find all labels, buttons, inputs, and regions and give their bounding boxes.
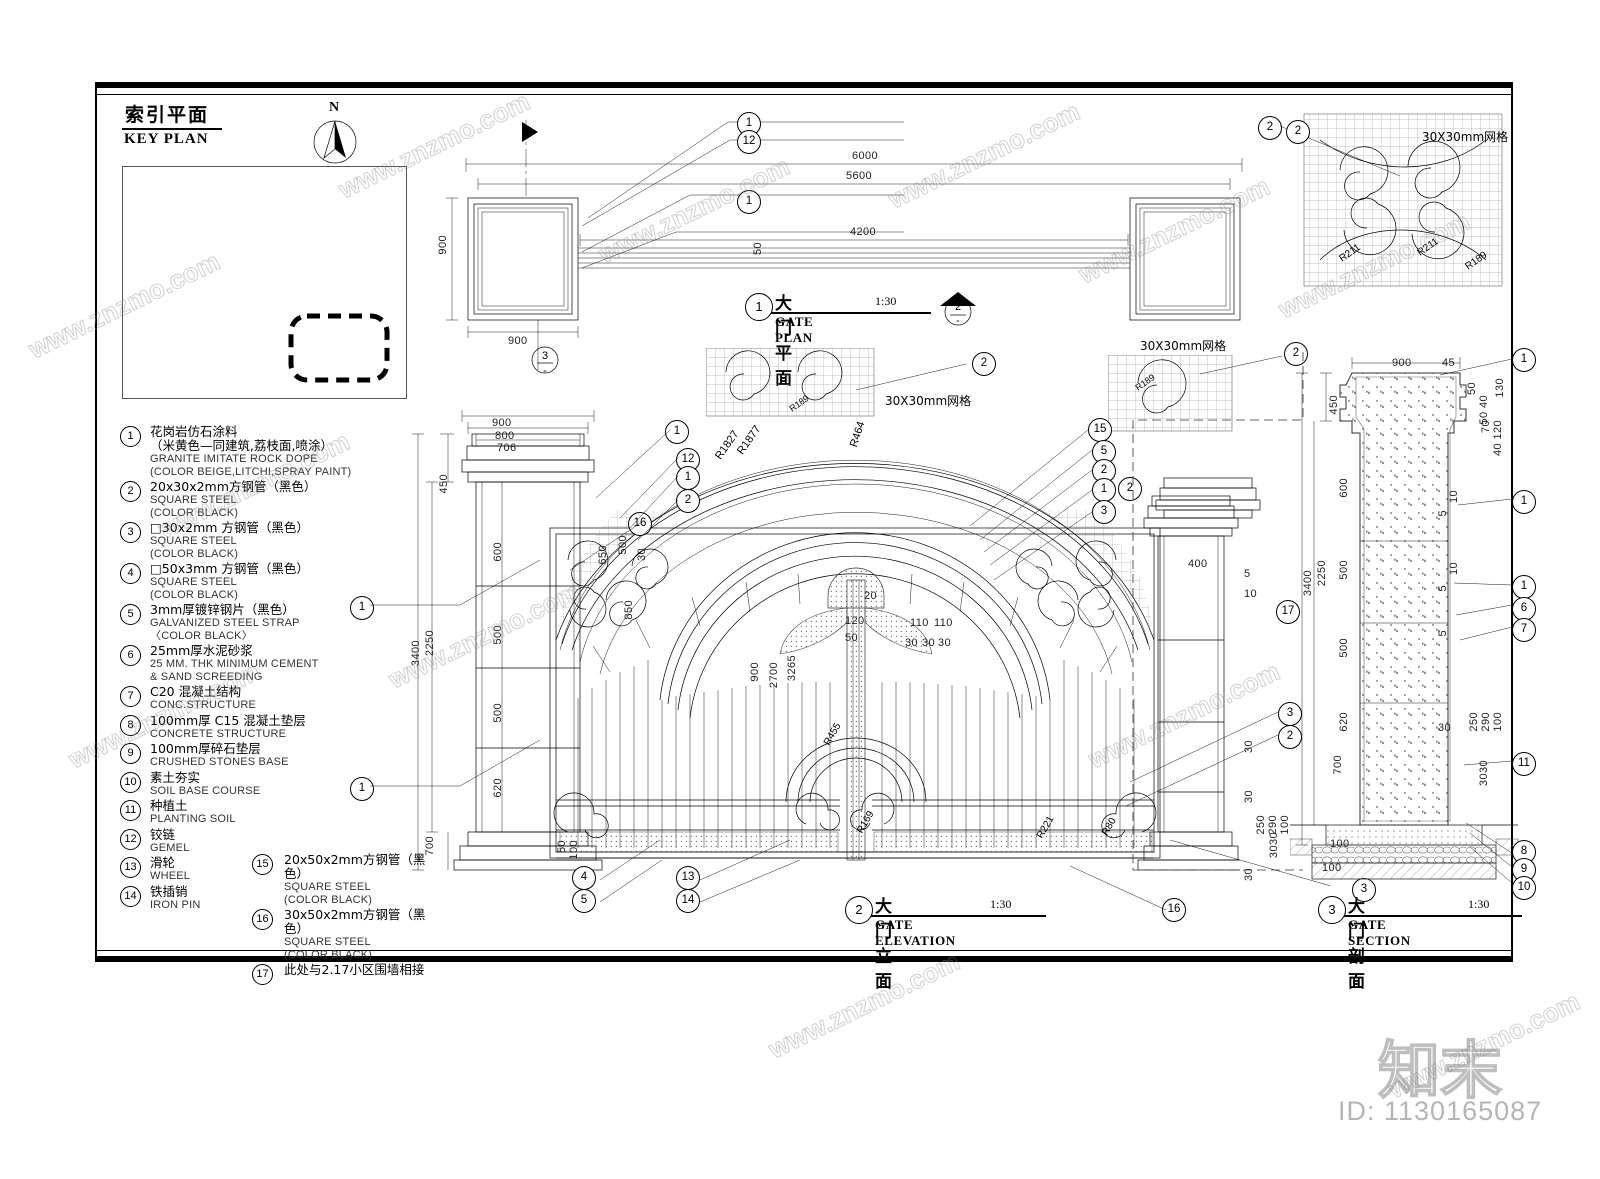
- key-plan-title-cn: 索引平面: [125, 104, 210, 126]
- legend-bubble: 13: [120, 857, 141, 878]
- north-arrow-icon: [313, 120, 357, 164]
- plan-dim-6000: 6000: [852, 150, 879, 162]
- key-plan-divider: [122, 128, 222, 130]
- legend-bubble: 8: [120, 714, 141, 736]
- plan-dim-900-v: 900: [437, 235, 449, 255]
- watermark-site: www.znzmo.com: [1383, 985, 1585, 1105]
- legend-bubble: 17: [252, 964, 273, 985]
- legend-bubble: 4: [120, 563, 141, 584]
- drawing-sheet: 索引平面 KEY PLAN N 1 花岗岩仿石涂料 （米黄色—同建筑,荔枝面,喷…: [0, 0, 1600, 1179]
- plan-dim-50: 50: [752, 242, 764, 256]
- title-en: GATE ELEVATION: [875, 917, 956, 948]
- svg-text:-: -: [543, 365, 547, 377]
- sect-dim-2250: 2250: [1316, 560, 1328, 587]
- callout-plan-12[interactable]: 12: [737, 130, 761, 154]
- callout-detail-2-topright[interactable]: 2: [1258, 116, 1282, 140]
- svg-text:3: 3: [542, 350, 548, 362]
- legend-bubble: 10: [120, 771, 141, 793]
- watermark-site: www.znzmo.com: [763, 945, 965, 1065]
- legend-bubble: 15: [252, 854, 273, 875]
- title-bubble: 1: [745, 293, 773, 321]
- mesh-label-topright: 30X30mm网格: [1422, 130, 1509, 144]
- plan-dim-5600: 5600: [846, 170, 873, 182]
- title-scale: 1:30: [990, 897, 1012, 911]
- legend-item-17: 17 此处与2.17小区围墙相接: [252, 962, 437, 985]
- sect-dim-100b: 100: [1330, 838, 1350, 850]
- sect-dim-450: 450: [1328, 395, 1340, 415]
- capital-detail: [1155, 477, 1261, 519]
- legend-label-en2: (COLOR BLACK): [284, 948, 373, 961]
- title-en: GATE SECTION: [1348, 917, 1411, 948]
- legend-bubble: 1: [120, 426, 141, 447]
- plan-dim-4200: 4200: [850, 226, 877, 238]
- title-en: GATE PLAN: [775, 314, 814, 345]
- callout-sect-2top[interactable]: 2: [1286, 120, 1310, 144]
- sect-dim-700: 700: [1332, 755, 1344, 775]
- legend-bubble: 2: [120, 481, 141, 502]
- legend-bubble: 6: [120, 645, 141, 666]
- plan-dim-900-h: 900: [508, 335, 528, 347]
- legend-bubble: 14: [120, 885, 141, 907]
- sect-dim-900: 900: [1392, 357, 1412, 369]
- legend-bubble: 3: [120, 522, 141, 543]
- sect-dim-100c: 100: [1322, 862, 1342, 874]
- sect-dim-600: 600: [1338, 478, 1350, 498]
- sect-dim-620: 620: [1338, 712, 1350, 732]
- key-plan-highlight: [288, 313, 390, 383]
- title-scale: 1:30: [875, 294, 897, 308]
- title-bubble: 3: [1318, 896, 1346, 924]
- legend-bubble: 12: [120, 828, 141, 850]
- callout-plan-1b[interactable]: 1: [737, 190, 761, 214]
- section-reference-outline: [1132, 352, 1304, 871]
- section-marker-3-icon[interactable]: 3 -: [528, 340, 562, 380]
- svg-text:-: -: [956, 315, 960, 327]
- sheet-border-inner-top: [95, 94, 1513, 95]
- watermark-id: ID: 1130165087: [1338, 1096, 1543, 1126]
- section-marker-2-icon[interactable]: 2 -: [938, 290, 978, 328]
- legend-bubble: 5: [120, 604, 141, 625]
- legend-label-en: SQUARE STEEL: [284, 936, 371, 948]
- title-bubble: 2: [845, 896, 873, 924]
- svg-text:2: 2: [955, 301, 961, 313]
- sect-dim-500a: 500: [1338, 560, 1350, 580]
- section-leaders: [1440, 358, 1513, 884]
- legend-bubble: 11: [120, 800, 141, 821]
- legend-bubble: 16: [252, 909, 273, 930]
- legend-bubble: 7: [120, 686, 141, 707]
- sect-dim-500b: 500: [1338, 638, 1350, 658]
- title-scale: 1:30: [1468, 897, 1490, 911]
- legend-bubble: 9: [120, 743, 141, 764]
- legend-label-cn: 此处与2.17小区围墙相接: [284, 962, 425, 977]
- key-plan-title-en: KEY PLAN: [124, 131, 209, 147]
